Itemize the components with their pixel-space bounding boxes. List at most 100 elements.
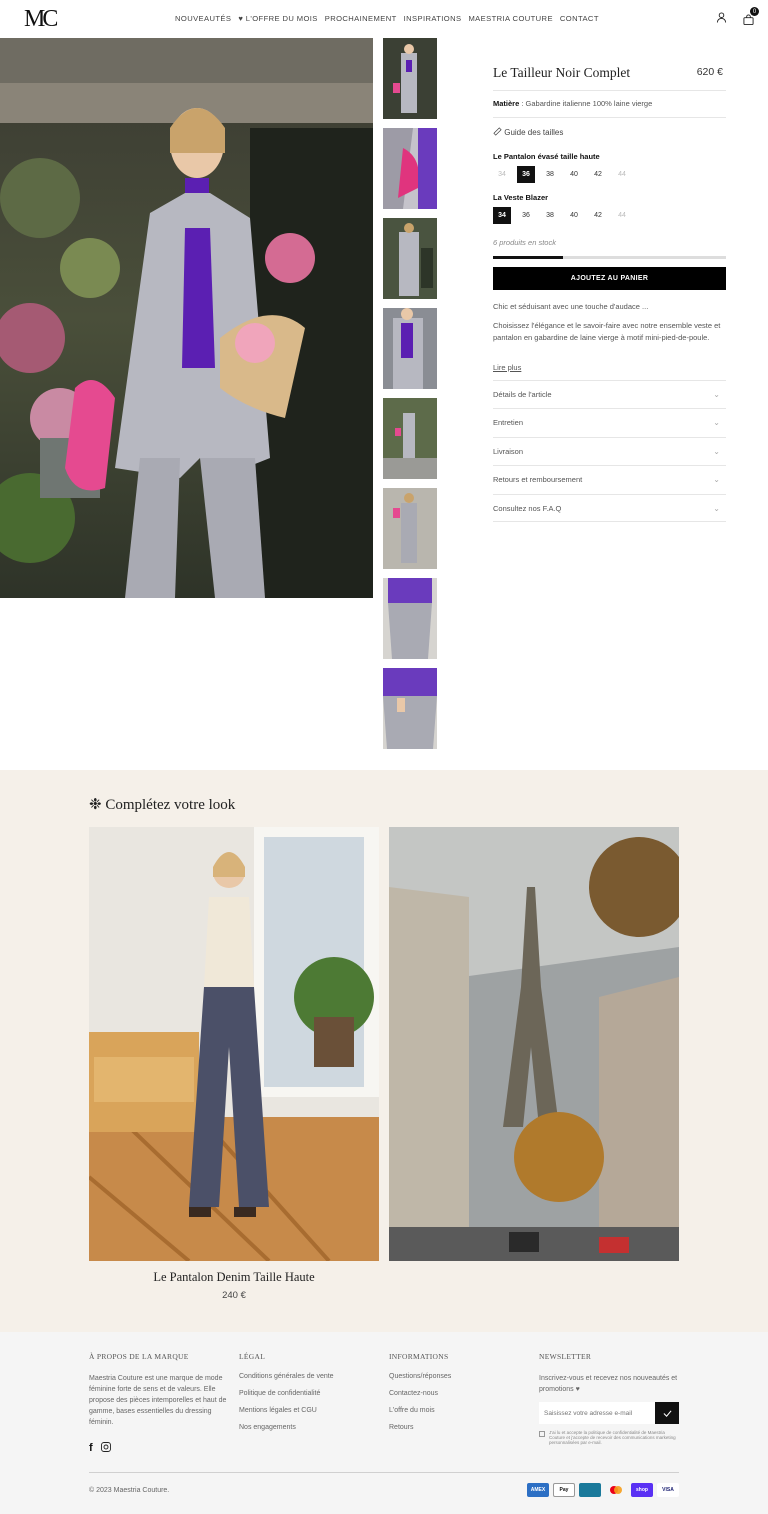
size-option[interactable]: 42 [589,207,607,224]
size-option[interactable]: 40 [565,166,583,183]
footer-legal: LÉGAL Conditions générales de vente Poli… [239,1352,379,1441]
footer-link[interactable]: Conditions générales de vente [239,1373,379,1380]
stock-bar-fill [493,256,563,259]
accordion-label: Entretien [493,418,524,427]
footer-heading: À PROPOS DE LA MARQUE [89,1352,189,1361]
thumbnail[interactable] [383,398,437,479]
footer-link[interactable]: Questions/réponses [389,1373,529,1380]
footer-heading: NEWSLETTER [539,1352,592,1361]
newsletter-submit-button[interactable] [655,1402,679,1424]
cb-card-icon [579,1483,601,1497]
thumbnail[interactable] [383,668,437,749]
thumbnail[interactable] [383,578,437,659]
footer-about: À PROPOS DE LA MARQUE Maestria Couture e… [89,1352,229,1428]
brand-logo[interactable]: MC [24,6,58,33]
copyright: © 2023 Maestria Couture. [89,1487,170,1494]
veste-size-selector: 34 36 38 40 42 44 [493,207,631,224]
stock-bar [493,256,726,259]
accordion-returns[interactable]: Retours et remboursement ⌄ [493,465,726,493]
consent-text: J'ai lu et accepte la politique de confi… [549,1430,676,1445]
social-links: f [89,1442,111,1454]
thumbnail[interactable] [383,128,437,209]
size-option[interactable]: 40 [565,207,583,224]
payment-methods: AMEX Pay shop VISA [527,1483,679,1497]
footer-link[interactable]: L'offre du mois [389,1407,529,1414]
nav-contact[interactable]: CONTACT [560,14,599,23]
mastercard-icon [605,1483,627,1497]
footer-link[interactable]: Retours [389,1424,529,1431]
size-option[interactable]: 36 [517,207,535,224]
nav-nouveautes[interactable]: NOUVEAUTÉS [175,14,231,23]
thumbnail[interactable] [383,218,437,299]
veste-size-label: La Veste Blazer [493,193,549,202]
nav-offre-du-mois[interactable]: ♥ L'OFFRE DU MOIS [238,14,317,23]
pantalon-size-selector: 34 36 38 40 42 44 [493,166,631,183]
material-value: : Gabardine italienne 100% laine vierge [519,99,653,108]
consent-checkbox[interactable] [539,1431,545,1437]
product-description: Choisissez l'élégance et le savoir-faire… [493,321,721,342]
accordion-details[interactable]: Détails de l'article ⌄ [493,380,726,408]
footer-link[interactable]: Politique de confidentialité [239,1390,379,1397]
ruler-icon [493,127,502,136]
divider [493,117,726,118]
newsletter-email-input[interactable] [539,1409,649,1417]
account-icon[interactable] [716,12,727,23]
visa-icon: VISA [657,1483,679,1497]
divider [493,90,726,91]
accordion-label: Consultez nos F.A.Q [493,503,562,513]
size-option-selected[interactable]: 34 [493,207,511,224]
site-header: MC NOUVEAUTÉS ♥ L'OFFRE DU MOIS PROCHAIN… [0,0,768,38]
nav-inspirations[interactable]: INSPIRATIONS [404,14,462,23]
size-option[interactable]: 44 [613,166,631,183]
chevron-down-icon: ⌄ [713,390,720,399]
chevron-down-icon: ⌄ [713,475,720,484]
size-option[interactable]: 44 [613,207,631,224]
stock-status: 6 produits en stock [493,238,556,247]
accordion-faq[interactable]: Consultez nos F.A.Q ⌄ [493,494,726,522]
product-main-image[interactable] [0,38,373,598]
facebook-icon[interactable]: f [89,1442,93,1454]
read-more-link[interactable]: Lire plus [493,363,521,372]
nav-prochainement[interactable]: PROCHAINEMENT [325,14,397,23]
product-thumbnails [383,38,437,758]
footer-link[interactable]: Mentions légales et CGU [239,1407,379,1414]
pantalon-size-label: Le Pantalon évasé taille haute [493,152,600,161]
footer-link[interactable]: Contactez-nous [389,1390,529,1397]
size-guide-link[interactable]: Guide des tailles [493,127,563,137]
footer-heading: INFORMATIONS [389,1352,449,1361]
look-product-name[interactable]: Le Pantalon Denim Taille Haute [89,1270,379,1285]
accordion-delivery[interactable]: Livraison ⌄ [493,437,726,465]
check-icon [663,1409,672,1417]
thumbnail[interactable] [383,308,437,389]
material-label: Matière [493,99,520,108]
footer-info: INFORMATIONS Questions/réponses Contacte… [389,1352,529,1441]
main-nav: NOUVEAUTÉS ♥ L'OFFRE DU MOIS PROCHAINEME… [175,14,599,23]
add-to-cart-button[interactable]: AJOUTEZ AU PANIER [493,267,726,290]
size-option[interactable]: 42 [589,166,607,183]
newsletter-form [539,1402,679,1424]
thumbnail[interactable] [383,488,437,569]
product-tagline: Chic et séduisant avec une touche d'auda… [493,302,649,311]
chevron-down-icon: ⌄ [713,418,720,427]
size-option[interactable]: 38 [541,207,559,224]
look-paris-image [389,827,679,1261]
size-option[interactable]: 34 [493,166,511,183]
size-guide-label: Guide des tailles [504,128,564,137]
cart-button[interactable]: 0 [743,7,759,30]
instagram-icon[interactable] [100,1442,111,1452]
size-option-selected[interactable]: 36 [517,166,535,183]
complete-look-title: ❉ Complétez votre look [89,797,236,813]
look-product-price: 240 € [222,1290,246,1301]
look-product-image[interactable] [89,827,379,1261]
footer-newsletter: NEWSLETTER Inscrivez-vous et recevez nos… [539,1352,679,1395]
cart-count-badge: 0 [750,7,759,16]
newsletter-text: Inscrivez-vous et recevez nos nouveautés… [539,1375,678,1393]
nav-maestria-couture[interactable]: MAESTRIA COUTURE [468,14,552,23]
amex-icon: AMEX [527,1483,549,1497]
apple-pay-icon: Pay [553,1483,575,1497]
size-option[interactable]: 38 [541,166,559,183]
product-title: Le Tailleur Noir Complet [493,65,631,80]
footer-link[interactable]: Nos engagements [239,1424,379,1431]
thumbnail[interactable] [383,38,437,119]
accordion-care[interactable]: Entretien ⌄ [493,408,726,436]
